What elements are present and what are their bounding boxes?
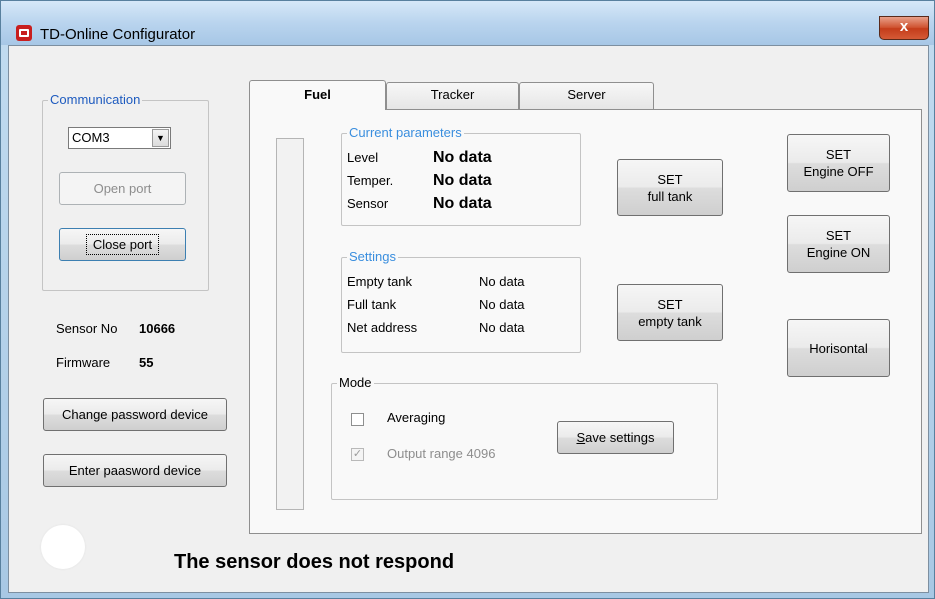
output-range-checkbox[interactable]: ✓ <box>351 448 364 461</box>
temperature-value: No data <box>433 172 492 189</box>
enter-password-label: Enter paasword device <box>68 463 202 478</box>
close-port-label: Close port <box>85 234 160 255</box>
sensor-value: No data <box>433 195 492 212</box>
full-tank-value: No data <box>479 297 525 312</box>
horisontal-label: Horisontal <box>809 340 868 356</box>
averaging-label: Averaging <box>387 410 446 425</box>
tab-fuel-label: Fuel <box>304 87 331 102</box>
client-area: Communication COM3 ▼ Open port Close por… <box>8 45 929 593</box>
set-full-tank-button[interactable]: SET full tank <box>617 159 723 216</box>
window-title: TD-Online Configurator <box>40 26 196 43</box>
title-bar[interactable]: TD-Online Configurator x <box>1 1 934 45</box>
communication-legend: Communication <box>50 92 141 107</box>
set-empty-tank-button[interactable]: SET empty tank <box>617 284 723 341</box>
change-password-button[interactable]: Change password device <box>43 398 227 431</box>
app-window: TD-Online Configurator x Communication C… <box>0 0 935 599</box>
set-engine-on-label: SET Engine ON <box>806 228 871 260</box>
empty-tank-value: No data <box>479 274 525 289</box>
fuel-tab-panel: Current parameters Level No data Temper.… <box>249 109 922 534</box>
tab-server-label: Server <box>567 87 606 102</box>
level-label: Level <box>347 150 379 165</box>
firmware-label: Firmware <box>56 355 111 370</box>
settings-legend: Settings <box>349 249 396 264</box>
mode-legend: Mode <box>339 375 372 390</box>
empty-tank-label: Empty tank <box>347 274 413 289</box>
port-select-value: COM3 <box>72 130 110 145</box>
set-engine-off-label: SET Engine OFF <box>803 147 874 179</box>
level-value: No data <box>433 149 492 166</box>
save-settings-label: Save settings <box>576 430 655 445</box>
tab-fuel[interactable]: Fuel <box>249 80 386 110</box>
set-full-tank-label: SET full tank <box>647 171 693 204</box>
close-icon: x <box>899 18 909 35</box>
averaging-checkbox[interactable] <box>351 413 364 426</box>
status-indicator-led <box>41 525 85 569</box>
status-message: The sensor does not respond <box>174 551 455 573</box>
enter-password-button[interactable]: Enter paasword device <box>43 454 227 487</box>
open-port-button[interactable]: Open port <box>59 172 186 205</box>
output-range-label: Output range 4096 <box>387 446 496 461</box>
set-engine-off-button[interactable]: SET Engine OFF <box>787 134 890 192</box>
sensor-label: Sensor <box>347 196 389 211</box>
net-address-value: No data <box>479 320 525 335</box>
change-password-label: Change password device <box>62 407 208 422</box>
save-settings-button[interactable]: Save settings <box>557 421 674 454</box>
close-button[interactable]: x <box>879 16 929 40</box>
port-select[interactable]: COM3 ▼ <box>68 127 171 149</box>
current-parameters-legend: Current parameters <box>349 125 462 140</box>
sensor-no-label: Sensor No <box>56 321 118 336</box>
tab-server[interactable]: Server <box>519 82 654 109</box>
open-port-label: Open port <box>93 181 152 196</box>
close-port-button[interactable]: Close port <box>59 228 186 261</box>
app-logo-icon <box>16 25 32 41</box>
tab-tracker[interactable]: Tracker <box>386 82 519 109</box>
temperature-label: Temper. <box>347 173 394 188</box>
set-engine-on-button[interactable]: SET Engine ON <box>787 215 890 273</box>
horisontal-button[interactable]: Horisontal <box>787 319 890 377</box>
checkmark-icon: ✓ <box>352 448 363 460</box>
tab-tracker-label: Tracker <box>430 87 475 102</box>
fuel-level-bar <box>276 138 304 510</box>
net-address-label: Net address <box>347 320 418 335</box>
sensor-no-value: 10666 <box>139 321 176 336</box>
firmware-value: 55 <box>139 355 154 370</box>
chevron-down-icon[interactable]: ▼ <box>152 129 169 147</box>
full-tank-label: Full tank <box>347 297 397 312</box>
set-empty-tank-label: SET empty tank <box>638 296 702 329</box>
